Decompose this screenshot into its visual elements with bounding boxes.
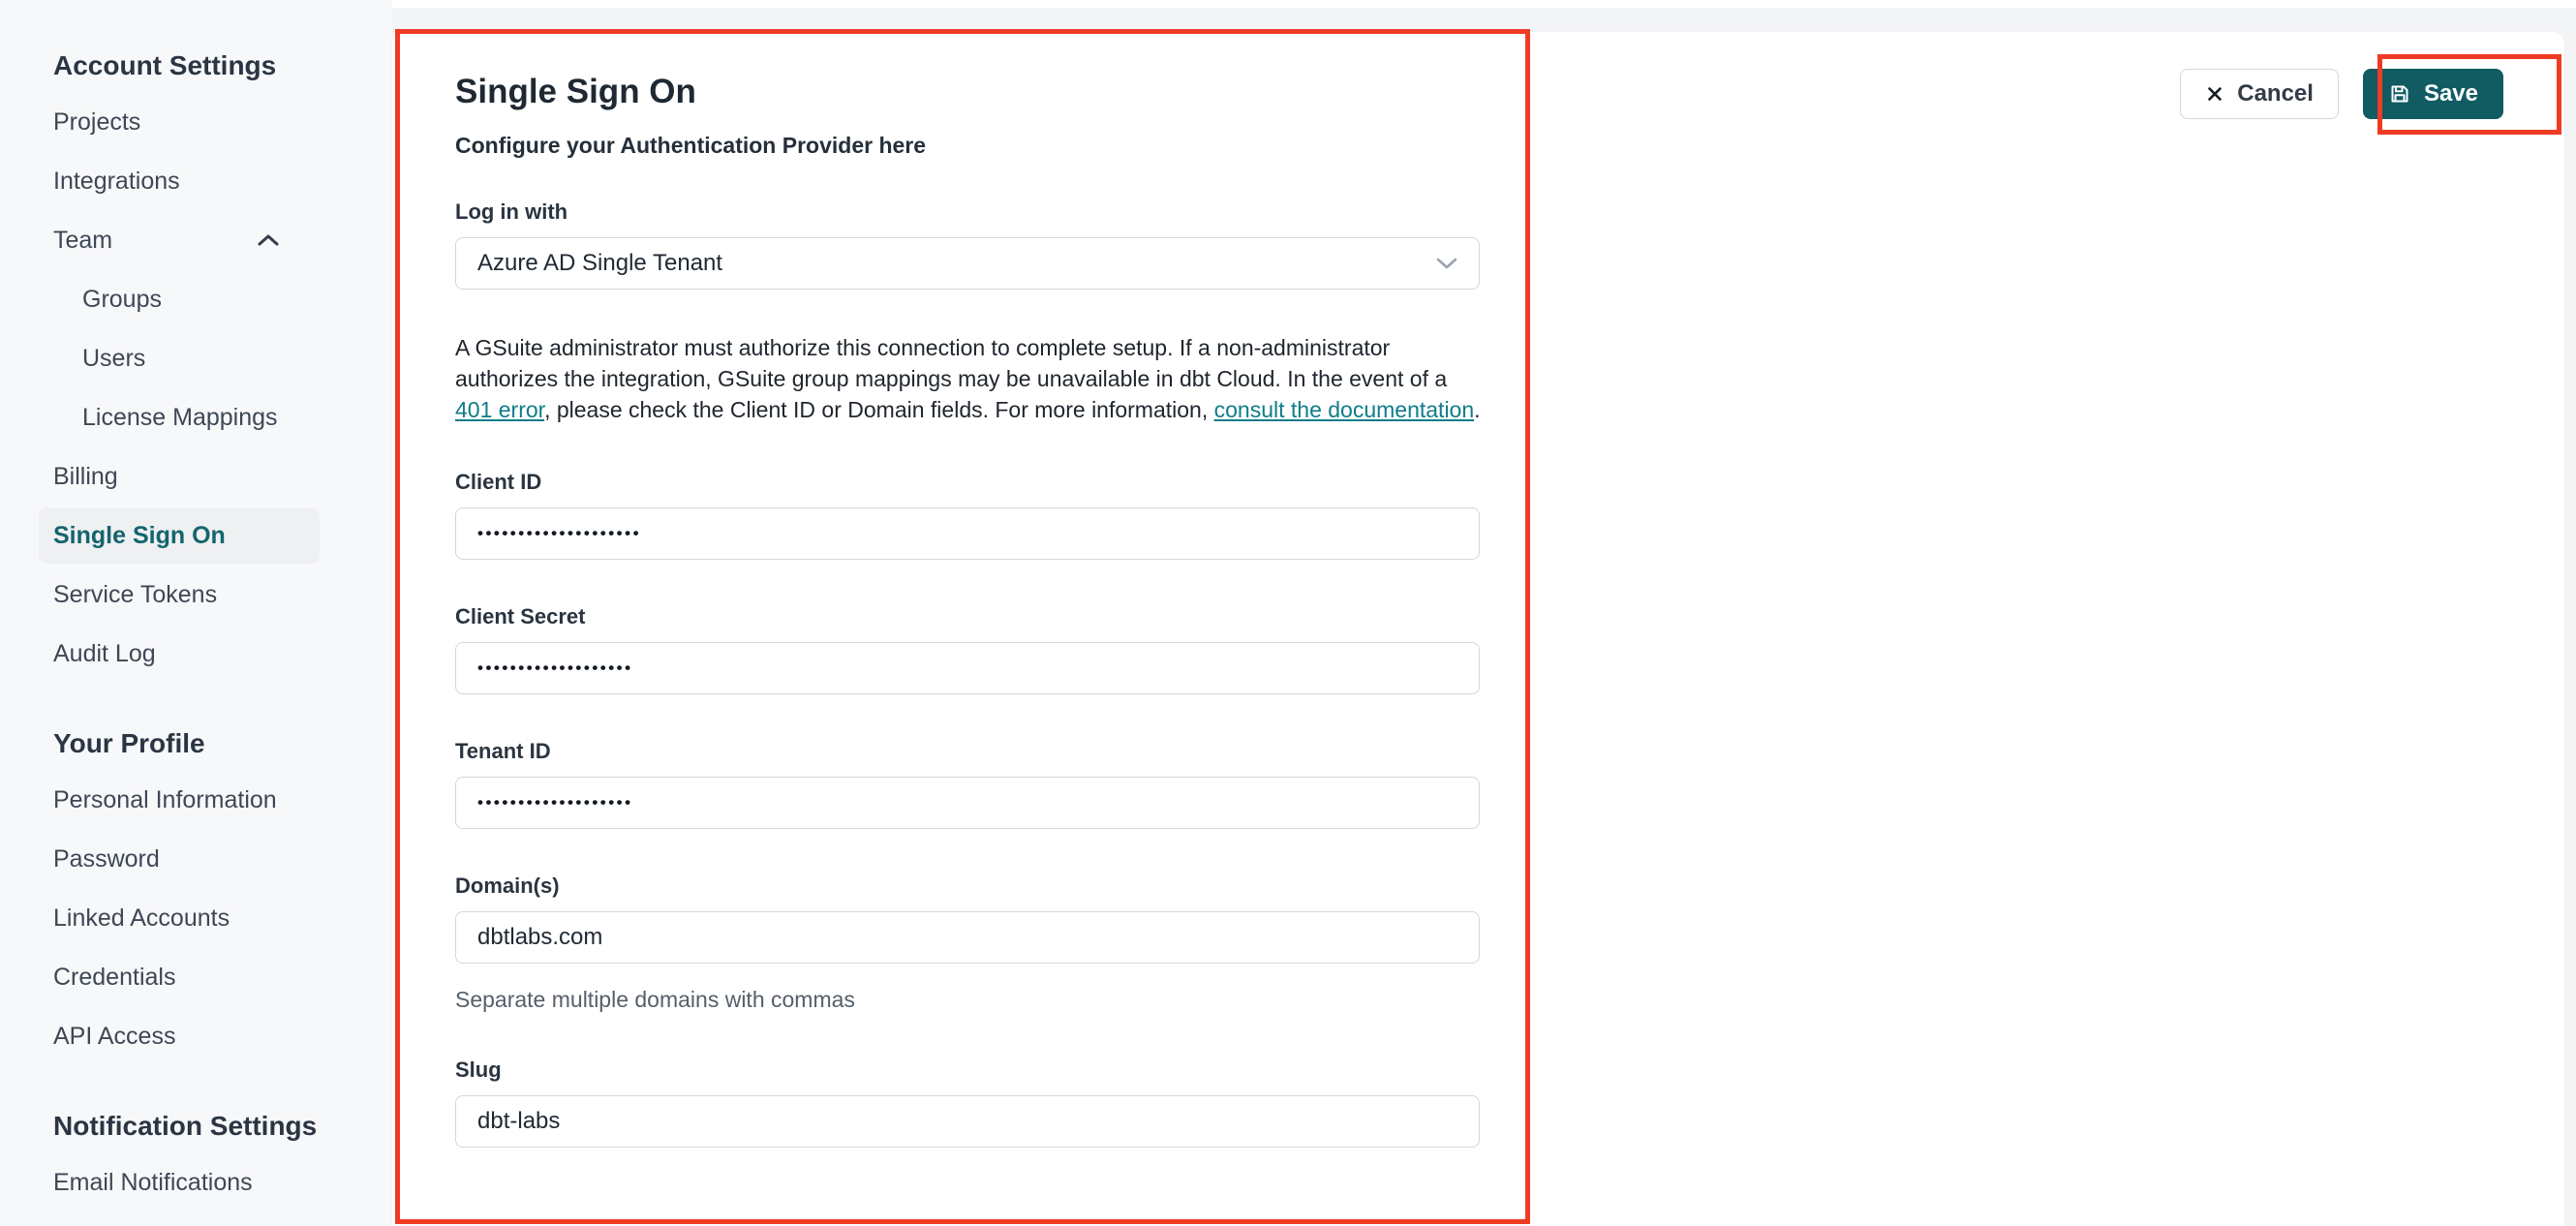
sidebar-item-password[interactable]: Password: [39, 840, 320, 878]
client-secret-label: Client Secret: [455, 604, 586, 628]
tenant-id-input[interactable]: [455, 777, 1480, 829]
gsuite-admin-note: A GSuite administrator must authorize th…: [455, 335, 1481, 422]
sidebar-item-integrations[interactable]: Integrations: [39, 162, 320, 200]
tenant-id-label: Tenant ID: [455, 739, 551, 763]
floppy-disk-icon: [2388, 82, 2411, 106]
sidebar-item-service-tokens[interactable]: Service Tokens: [39, 575, 320, 614]
nav-heading-account-settings: Account Settings: [53, 50, 277, 80]
page-subtitle: Configure your Authentication Provider h…: [455, 133, 927, 158]
topbar-strip: [392, 0, 2576, 8]
sidebar-item-team[interactable]: Team: [39, 221, 320, 260]
page-title: Single Sign On: [455, 73, 696, 110]
login-with-select[interactable]: Azure AD Single Tenant: [455, 237, 1480, 290]
slug-input[interactable]: [455, 1095, 1480, 1148]
sidebar-item-credentials[interactable]: Credentials: [39, 958, 320, 996]
sidebar-item-billing[interactable]: Billing: [39, 457, 320, 496]
sidebar-item-api-access[interactable]: API Access: [39, 1017, 320, 1056]
sso-form: Single Sign On Configure your Authentica…: [392, 32, 1481, 1148]
settings-nav: Account Settings Projects Integrations T…: [0, 0, 320, 1202]
cancel-button-label: Cancel: [2237, 80, 2314, 107]
client-id-label: Client ID: [455, 470, 542, 494]
sidebar-item-linked-accounts[interactable]: Linked Accounts: [39, 899, 320, 937]
login-with-selected-value: Azure AD Single Tenant: [477, 250, 723, 276]
client-id-input[interactable]: [455, 507, 1480, 560]
sidebar-item-license-mappings[interactable]: License Mappings: [39, 398, 320, 437]
sidebar-item-projects[interactable]: Projects: [39, 103, 320, 141]
sidebar-item-groups[interactable]: Groups: [39, 280, 320, 319]
client-secret-input[interactable]: [455, 642, 1480, 694]
save-button[interactable]: Save: [2362, 69, 2503, 119]
nav-heading-notification-settings: Notification Settings: [53, 1111, 318, 1141]
save-button-label: Save: [2423, 80, 2478, 107]
nav-heading-your-profile: Your Profile: [53, 728, 205, 758]
sidebar-item-users[interactable]: Users: [39, 339, 320, 378]
main-card: Cancel Save Single Sign On Configure you…: [392, 32, 2564, 1226]
domains-label: Domain(s): [455, 874, 560, 898]
sidebar-item-single-sign-on[interactable]: Single Sign On: [39, 507, 320, 564]
cancel-button[interactable]: Cancel: [2180, 69, 2339, 119]
chevron-up-icon[interactable]: [258, 234, 279, 246]
sidebar-item-email-notifications[interactable]: Email Notifications: [39, 1163, 320, 1202]
slug-label: Slug: [455, 1057, 502, 1082]
domains-input[interactable]: [455, 911, 1480, 964]
sidebar: Account Settings Projects Integrations T…: [0, 0, 392, 1226]
sidebar-item-audit-log[interactable]: Audit Log: [39, 634, 320, 673]
x-icon: [2205, 84, 2224, 104]
sidebar-item-personal-information[interactable]: Personal Information: [39, 781, 320, 819]
action-bar: Cancel Save: [2180, 69, 2503, 119]
consult-documentation-link[interactable]: consult the documentation: [1214, 397, 1475, 422]
chevron-down-icon: [1436, 258, 1457, 269]
domains-helper-text: Separate multiple domains with commas: [455, 987, 855, 1012]
401-error-link[interactable]: 401 error: [455, 397, 544, 422]
login-with-label: Log in with: [455, 199, 568, 224]
